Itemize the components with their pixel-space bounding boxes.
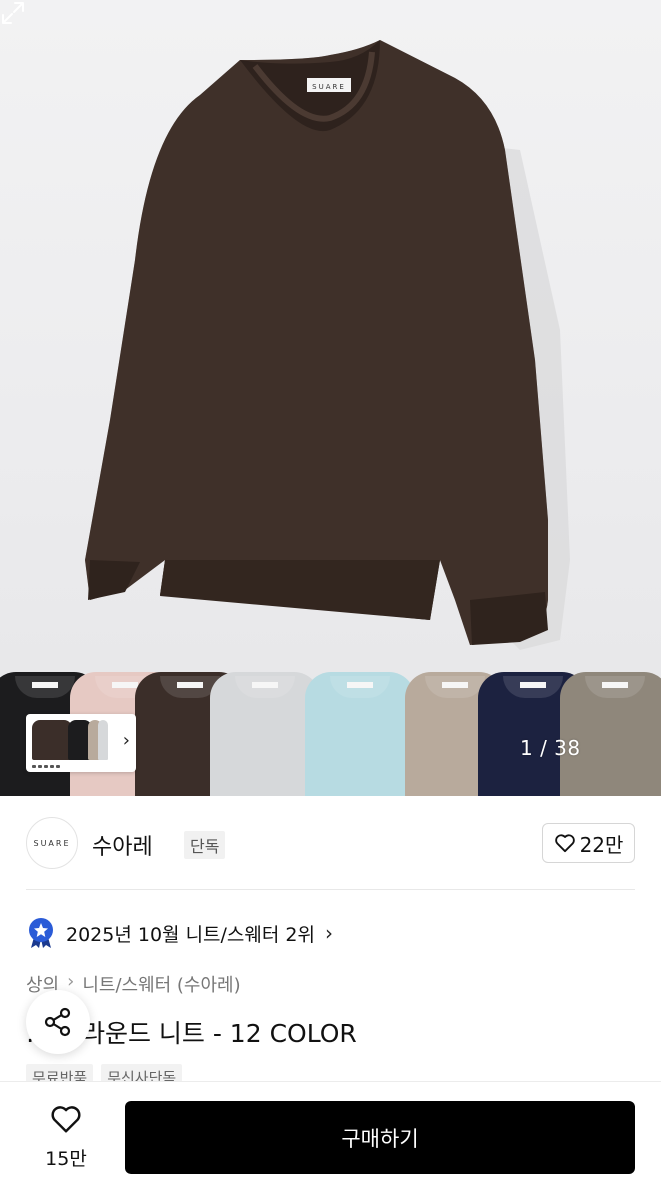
heart-icon xyxy=(554,834,575,853)
main-product-image: SUARE xyxy=(85,40,570,650)
chevron-right-icon: › xyxy=(122,730,130,751)
thumbnail-preview[interactable]: › xyxy=(26,714,136,772)
share-button[interactable] xyxy=(26,990,90,1054)
chevron-right-icon: › xyxy=(324,921,333,945)
color-swatch-lightgray xyxy=(210,672,320,796)
brand-logo[interactable]: SUARE xyxy=(26,817,78,869)
heart-icon xyxy=(51,1106,81,1133)
ranking-badge-icon xyxy=(29,918,53,948)
bottom-action-bar: 15만 구매하기 xyxy=(0,1081,661,1200)
brand-row: SUARE 수아레 단독 22만 xyxy=(26,815,635,871)
product-image-gallery[interactable]: SUARE › 1 / 38 xyxy=(0,0,661,796)
brand-like-count: 22만 xyxy=(579,832,624,857)
buy-button[interactable]: 구매하기 xyxy=(125,1101,635,1174)
breadcrumb-subcategory[interactable]: 니트/스웨터 (수아레) xyxy=(82,971,240,997)
color-swatch-taupe xyxy=(560,672,661,796)
divider xyxy=(26,889,635,890)
brand-tag-label: SUARE xyxy=(312,83,346,91)
exclusive-badge: 단독 xyxy=(184,831,226,859)
ranking-text: 2025년 10월 니트/스웨터 2위 xyxy=(66,923,315,946)
image-counter: 1 / 38 xyxy=(520,736,581,760)
brand-name[interactable]: 수아레 xyxy=(92,829,153,861)
brand-like-button[interactable]: 22만 xyxy=(542,823,635,863)
expand-icon[interactable] xyxy=(0,0,26,26)
wishlist-count: 15만 xyxy=(45,1148,87,1170)
color-swatch-skyblue xyxy=(305,672,415,796)
wishlist-button[interactable]: 15만 xyxy=(36,1104,96,1171)
share-icon xyxy=(44,1007,71,1037)
ranking-link[interactable]: 2025년 10월 니트/스웨터 2위 › xyxy=(26,915,333,951)
